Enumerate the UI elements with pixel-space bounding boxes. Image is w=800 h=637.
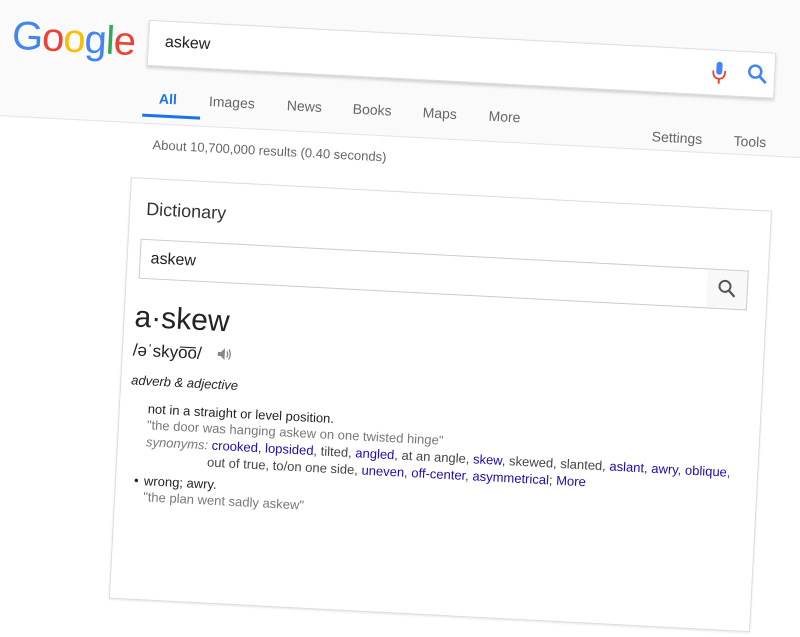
logo-letter: o [41,15,65,61]
google-results-page: Google askew All Images News Books Maps … [0,0,800,633]
logo-letter: G [10,13,44,60]
logo-letter: e [112,19,137,65]
synonym-link[interactable]: crooked [211,438,258,455]
synonym-text: , at an angle, [394,447,474,467]
results-count: About 10,700,000 results (0.40 seconds) [152,137,387,165]
synonym-link[interactable]: skew [473,451,503,467]
tools-link[interactable]: Tools [733,133,766,151]
logo-letter: o [62,16,86,62]
search-icon[interactable] [746,62,769,85]
tab-more[interactable]: More [488,108,521,126]
synonym-link[interactable]: angled [355,445,395,462]
synonym-link[interactable]: uneven [361,463,404,480]
synonym-link[interactable]: awry [651,461,678,477]
dictionary-search-button[interactable] [705,268,749,311]
synonym-text: , [726,464,731,480]
settings-link[interactable]: Settings [651,128,702,147]
dictionary-card: Dictionary askew a·skew /əˈskyo͞o/ adver… [108,177,773,633]
synonym-link[interactable]: oblique [685,463,728,480]
speaker-icon[interactable] [216,347,233,362]
synonym-link[interactable]: lopsided [265,441,314,459]
dictionary-search-input[interactable]: askew [138,238,710,309]
synonym-link[interactable]: off-center [411,465,466,483]
pronunciation: /əˈskyo͞o/ [132,340,203,364]
synonyms-label: synonyms: [145,434,209,453]
synonym-link[interactable]: More [556,473,586,490]
synonym-link[interactable]: aslant [609,459,644,476]
google-logo[interactable]: Google [11,14,136,65]
part-of-speech: adverb & adjective [130,372,239,393]
tab-all[interactable]: All [159,90,178,107]
logo-letter: g [83,17,108,63]
tab-maps[interactable]: Maps [422,104,457,122]
active-tab-indicator [142,113,201,120]
example-2: "the plan went sadly askew" [142,489,305,513]
search-input[interactable]: askew [165,34,211,54]
dictionary-input-value[interactable]: askew [150,250,196,270]
synonym-text: , tilted, [313,443,356,461]
search-icon [718,279,736,298]
tab-books[interactable]: Books [352,101,392,119]
bullet: • [133,472,140,488]
microphone-icon[interactable] [711,60,728,85]
headword: a·skew [133,300,231,339]
dictionary-title: Dictionary [145,198,227,224]
tab-news[interactable]: News [286,97,322,115]
synonym-link[interactable]: asymmetrical [472,468,549,487]
tab-images[interactable]: Images [209,93,256,111]
